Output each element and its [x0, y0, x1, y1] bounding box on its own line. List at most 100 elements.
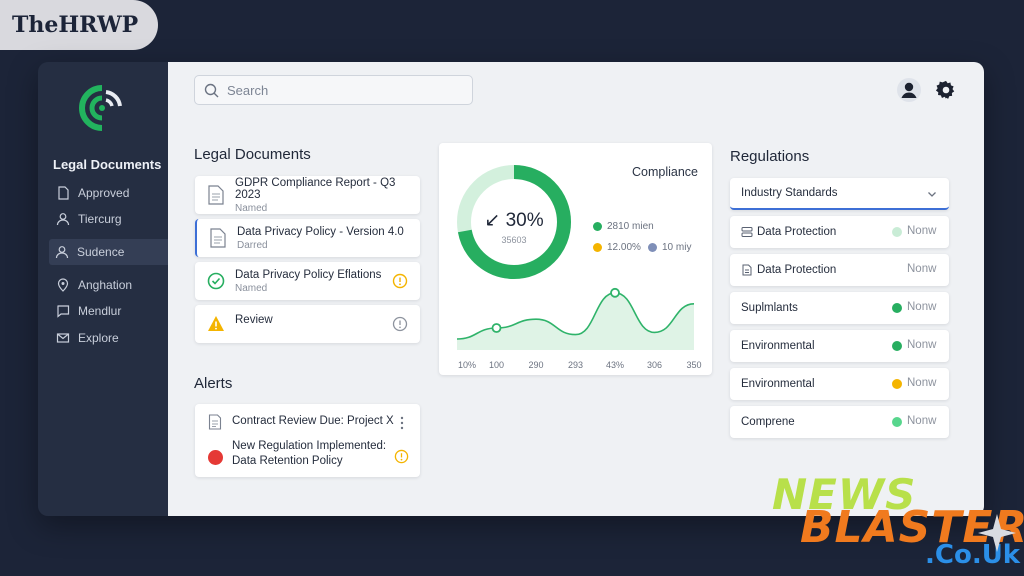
regulation-label: Suplmlants — [741, 302, 798, 314]
sidebar-item-anghation[interactable]: Anghation — [50, 272, 168, 298]
sidebar-item-mendlur[interactable]: Mendlur — [50, 298, 168, 324]
document-title: GDPR Compliance Report - Q3 2023 — [235, 176, 396, 201]
chat-icon — [57, 305, 70, 318]
regulation-label: Data Protection — [757, 226, 837, 238]
document-subtitle: Named — [235, 282, 268, 294]
regulation-row[interactable]: Environmental Nonw — [730, 330, 949, 362]
regulation-status: Nonw — [907, 263, 937, 275]
alerts-title: Alerts — [194, 375, 233, 392]
regulation-label: Environmental — [741, 340, 815, 352]
sidebar-item-sudence[interactable]: Sudence — [49, 239, 168, 265]
regulation-status: Nonw — [907, 225, 937, 237]
check-circle-icon — [207, 272, 225, 290]
red-dot-icon — [208, 450, 223, 465]
legend-dot-green — [593, 222, 602, 231]
document-card[interactable]: GDPR Compliance Report - Q3 2023 Named — [195, 176, 420, 214]
search-icon — [204, 83, 219, 97]
document-title: Data Privacy Policy Eflations — [235, 268, 382, 281]
regulation-row[interactable]: Data Protection Nonw — [730, 254, 949, 286]
search-bar[interactable] — [194, 75, 473, 105]
regulation-label: Data Protection — [757, 264, 837, 276]
document-title: Data Privacy Policy - Version 4.0 — [237, 225, 404, 238]
sidebar-item-tiercurg[interactable]: Tiercurg — [50, 206, 168, 232]
compliance-area-chart: 10% 100 290 293 43% 306 350 — [456, 287, 702, 370]
gauge-value: ↙ 30% — [484, 210, 544, 231]
sidebar-item-label: Approved — [78, 186, 130, 200]
regulations-title: Regulations — [730, 148, 810, 165]
app-logo-icon — [79, 85, 122, 131]
regulation-status: Nonw — [907, 415, 937, 427]
gear-icon[interactable] — [935, 79, 957, 101]
chevron-down-icon — [928, 192, 936, 197]
document-icon — [210, 228, 226, 248]
dropdown-value: Industry Standards — [741, 187, 838, 199]
industry-standards-dropdown[interactable]: Industry Standards — [730, 178, 949, 210]
regulation-row[interactable]: Data Protection Nonw — [730, 216, 949, 248]
more-vertical-icon[interactable] — [399, 416, 405, 430]
alert-circle-icon[interactable] — [392, 273, 408, 289]
alert-title-line2[interactable]: Data Retention Policy — [232, 455, 343, 467]
regulation-label: Comprene — [741, 416, 795, 428]
document-card-selected[interactable]: Data Privacy Policy - Version 4.0 Darred — [195, 219, 420, 257]
sidebar-item-approved[interactable]: Approved — [50, 180, 168, 206]
legend-item: 2810 mien — [593, 221, 654, 232]
main-panel: Legal Documents GDPR Compliance Report -… — [168, 62, 984, 516]
database-icon — [741, 227, 753, 237]
x-tick-label: 293 — [568, 360, 583, 370]
user-icon — [55, 246, 69, 259]
legal-documents-title: Legal Documents — [194, 146, 311, 163]
alert-title[interactable]: Contract Review Due: Project X — [232, 415, 394, 427]
legend-dot-blue — [648, 243, 657, 252]
regulation-row[interactable]: Suplmlants Nonw — [730, 292, 949, 324]
sidebar-item-label: Tiercurg — [78, 212, 122, 226]
regulation-status: Nonw — [907, 339, 937, 351]
legend-dot-amber — [593, 243, 602, 252]
status-dot — [892, 417, 902, 427]
sidebar-item-explore[interactable]: Explore — [50, 325, 168, 351]
user-icon — [56, 213, 70, 226]
regulation-row[interactable]: Environmental Nonw — [730, 368, 949, 400]
warning-icon — [208, 316, 224, 331]
x-tick-label: 43% — [606, 360, 624, 370]
document-title: Review — [235, 314, 273, 326]
regulation-row[interactable]: Comprene Nonw — [730, 406, 949, 438]
sidebar-item-label: Explore — [78, 331, 119, 345]
mail-icon — [56, 333, 70, 343]
document-icon — [208, 185, 224, 205]
regulation-status: Nonw — [907, 301, 937, 313]
regulation-label: Environmental — [741, 378, 815, 390]
status-dot — [892, 379, 902, 389]
gauge-subvalue: 35603 — [501, 235, 527, 245]
legend-label: 12.00% — [607, 242, 641, 253]
document-icon — [208, 414, 222, 430]
sparkle-icon — [978, 514, 1016, 552]
sidebar-title: Legal Documents — [53, 157, 162, 172]
alert-title[interactable]: New Regulation Implemented: — [232, 440, 386, 452]
alert-circle-icon[interactable] — [394, 449, 409, 464]
status-dot — [892, 341, 902, 351]
info-circle-icon[interactable] — [392, 316, 408, 332]
legend-label: 2810 mien — [607, 221, 654, 232]
sidebar: Legal Documents Approved Tiercurg Sudenc… — [38, 62, 168, 516]
document-subtitle: Named — [235, 202, 268, 214]
document-icon — [742, 264, 752, 276]
document-card[interactable]: Data Privacy Policy Eflations Named — [195, 262, 420, 300]
sidebar-item-label: Sudence — [77, 245, 125, 259]
search-input[interactable] — [227, 82, 447, 98]
chart-point[interactable] — [491, 323, 502, 333]
location-icon — [57, 278, 69, 292]
document-card[interactable]: Review — [195, 305, 420, 343]
chart-area-fill — [457, 292, 694, 350]
sidebar-item-label: Anghation — [78, 278, 133, 292]
avatar[interactable] — [897, 78, 921, 102]
legend-item: 10 miy — [648, 242, 691, 253]
watermark-top-logo: TheHRWP — [0, 0, 158, 50]
x-tick-label: 290 — [528, 360, 543, 370]
x-tick-label: 350 — [686, 360, 701, 370]
document-icon — [58, 186, 69, 200]
x-tick-label: 306 — [647, 360, 662, 370]
chart-point[interactable] — [610, 287, 620, 298]
app-window: Legal Documents Approved Tiercurg Sudenc… — [38, 62, 984, 516]
compliance-title: Compliance — [632, 165, 699, 179]
x-tick-label: 100 — [489, 360, 504, 370]
